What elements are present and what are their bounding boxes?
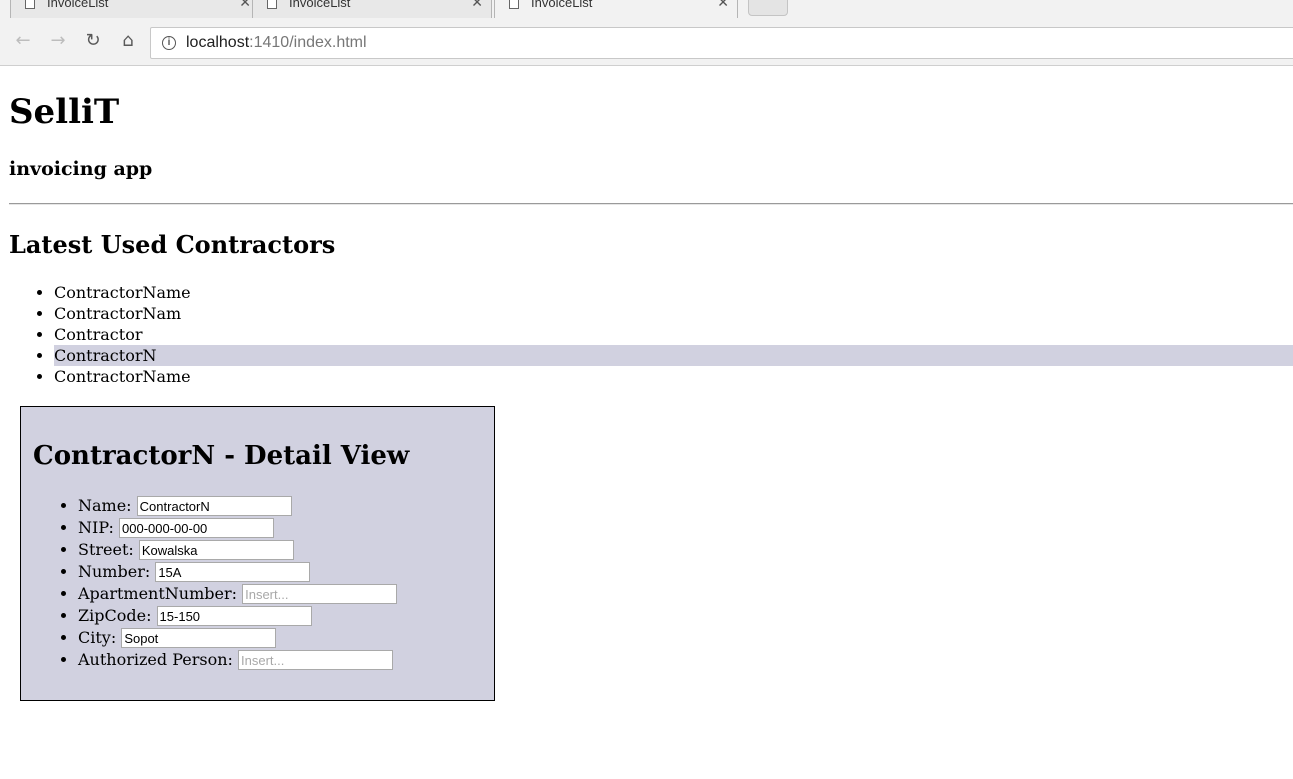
field-label: ZipCode: xyxy=(78,606,152,625)
city-input[interactable] xyxy=(121,628,277,648)
field-apartment-number: ApartmentNumber: xyxy=(78,583,398,605)
field-city: City: xyxy=(78,627,397,649)
document-icon xyxy=(267,0,277,9)
browser-tabstrip: InvoiceList ✕ InvoiceList ✕ InvoiceList … xyxy=(0,0,1293,19)
address-bar[interactable]: i localhost:1410/index.html xyxy=(150,27,1293,59)
field-street: Street: xyxy=(78,539,397,561)
home-icon[interactable]: ⌂ xyxy=(116,29,140,53)
field-label: Name: xyxy=(78,496,132,515)
contractor-list: ContractorName ContractorNam Contractor … xyxy=(9,282,1293,387)
number-input[interactable] xyxy=(155,562,311,582)
field-number: Number: xyxy=(78,561,397,583)
field-label: ApartmentNumber: xyxy=(78,584,238,603)
field-authorized-person: Authorized Person: xyxy=(78,649,397,671)
authorized-person-input[interactable] xyxy=(238,650,394,670)
tab-title: InvoiceList xyxy=(47,0,109,10)
browser-tab-1[interactable]: InvoiceList ✕ xyxy=(10,0,260,18)
new-tab-button[interactable] xyxy=(748,0,788,16)
reload-icon[interactable]: ↻ xyxy=(81,29,105,53)
divider xyxy=(9,203,1293,205)
document-icon xyxy=(509,0,519,9)
field-nip: NIP: xyxy=(78,517,397,539)
app-title: SelliT xyxy=(9,92,120,132)
contractor-item[interactable]: Contractor xyxy=(54,324,1293,345)
document-icon xyxy=(25,0,35,9)
zipcode-input[interactable] xyxy=(156,606,312,626)
info-icon[interactable]: i xyxy=(162,36,176,50)
nip-input[interactable] xyxy=(119,518,274,538)
tab-title: InvoiceList xyxy=(289,0,351,10)
contractor-item[interactable]: ContractorNam xyxy=(54,303,1293,324)
street-input[interactable] xyxy=(138,540,294,560)
app-subtitle: invoicing app xyxy=(9,158,153,180)
detail-field-list: Name: NIP: Street: Number: ApartmentNumb… xyxy=(21,495,398,671)
contractor-item[interactable]: ContractorName xyxy=(54,282,1293,303)
close-icon[interactable]: ✕ xyxy=(471,0,483,11)
contractor-item[interactable]: ContractorName xyxy=(54,366,1293,387)
field-label: Authorized Person: xyxy=(78,650,233,669)
close-icon[interactable]: ✕ xyxy=(239,0,251,11)
apartment-number-input[interactable] xyxy=(242,584,398,604)
url-host: localhost xyxy=(186,34,250,51)
browser-tab-2[interactable]: InvoiceList ✕ xyxy=(252,0,492,18)
url-path: :1410/index.html xyxy=(249,34,367,51)
field-label: City: xyxy=(78,628,117,647)
close-icon[interactable]: ✕ xyxy=(717,0,729,11)
field-label: Number: xyxy=(78,562,151,581)
contractor-detail-panel: ContractorN - Detail View Name: NIP: Str… xyxy=(20,406,495,701)
url-text: localhost:1410/index.html xyxy=(186,34,367,52)
browser-toolbar: ← → ↻ ⌂ i localhost:1410/index.html xyxy=(0,19,1293,66)
field-zipcode: ZipCode: xyxy=(78,605,397,627)
contractor-item-selected[interactable]: ContractorN xyxy=(54,345,1293,366)
detail-title: ContractorN - Detail View xyxy=(33,441,410,471)
forward-arrow-icon[interactable]: → xyxy=(46,29,70,53)
field-name: Name: xyxy=(78,495,397,517)
back-arrow-icon[interactable]: ← xyxy=(11,29,35,53)
contractors-heading: Latest Used Contractors xyxy=(9,230,336,259)
field-label: Street: xyxy=(78,540,134,559)
name-input[interactable] xyxy=(136,496,292,516)
tab-title: InvoiceList xyxy=(531,0,593,10)
field-label: NIP: xyxy=(78,518,114,537)
browser-tab-3[interactable]: InvoiceList ✕ xyxy=(494,0,738,18)
